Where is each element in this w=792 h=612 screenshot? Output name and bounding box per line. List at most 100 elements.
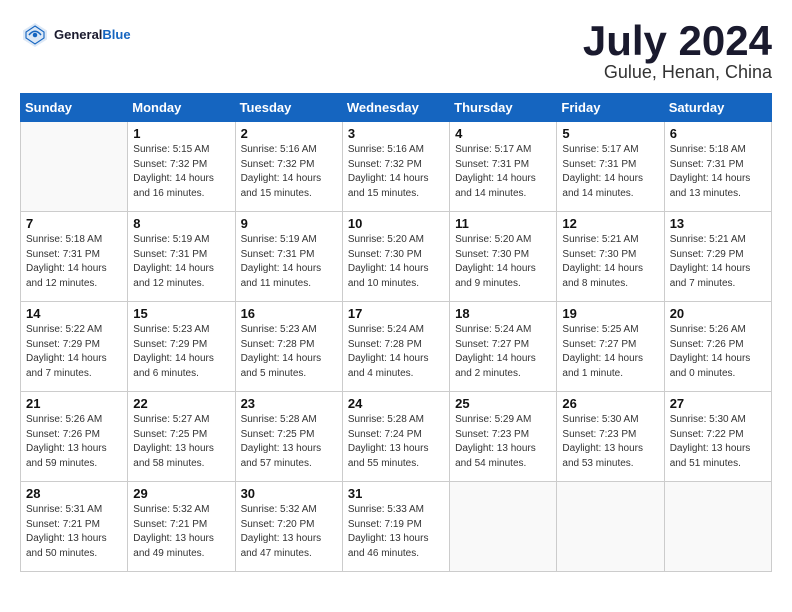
day-number: 21 xyxy=(26,396,122,411)
calendar-cell: 21 Sunrise: 5:26 AM Sunset: 7:26 PM Dayli… xyxy=(21,392,128,482)
day-info: Sunrise: 5:16 AM Sunset: 7:32 PM Dayligh… xyxy=(241,143,337,201)
calendar-cell: 31Sunrise: 5:33 AM Sunset: 7:19 PM Dayli… xyxy=(342,482,449,572)
day-number: 18 xyxy=(455,306,551,321)
day-number: 19 xyxy=(562,306,658,321)
day-number: 28 xyxy=(26,486,122,501)
day-number: 8 xyxy=(133,216,229,231)
day-info: Sunrise: 5:28 AM Sunset: 7:24 PM Dayligh… xyxy=(348,413,444,471)
calendar-cell xyxy=(664,482,771,572)
calendar-cell: 8 Sunrise: 5:19 AM Sunset: 7:31 PM Daylig… xyxy=(128,212,235,302)
calendar-table: SundayMondayTuesdayWednesdayThursdayFrid… xyxy=(20,93,772,572)
calendar-cell: 6 Sunrise: 5:18 AM Sunset: 7:31 PM Daylig… xyxy=(664,122,771,212)
day-info: Sunrise: 5:18 AM Sunset: 7:31 PM Dayligh… xyxy=(670,143,766,201)
day-info: Sunrise: 5:27 AM Sunset: 7:25 PM Dayligh… xyxy=(133,413,229,471)
calendar-cell: 29Sunrise: 5:32 AM Sunset: 7:21 PM Dayli… xyxy=(128,482,235,572)
weekday-header-wednesday: Wednesday xyxy=(342,94,449,122)
day-info: Sunrise: 5:21 AM Sunset: 7:30 PM Dayligh… xyxy=(562,233,658,291)
calendar-week-row: 7 Sunrise: 5:18 AM Sunset: 7:31 PM Daylig… xyxy=(21,212,772,302)
weekday-header-row: SundayMondayTuesdayWednesdayThursdayFrid… xyxy=(21,94,772,122)
logo-general: General xyxy=(54,27,102,42)
weekday-header-friday: Friday xyxy=(557,94,664,122)
day-info: Sunrise: 5:30 AM Sunset: 7:22 PM Dayligh… xyxy=(670,413,766,471)
day-info: Sunrise: 5:17 AM Sunset: 7:31 PM Dayligh… xyxy=(562,143,658,201)
calendar-cell: 14 Sunrise: 5:22 AM Sunset: 7:29 PM Dayli… xyxy=(21,302,128,392)
day-number: 2 xyxy=(241,126,337,141)
calendar-cell xyxy=(450,482,557,572)
day-number: 4 xyxy=(455,126,551,141)
day-number: 5 xyxy=(562,126,658,141)
calendar-cell: 5 Sunrise: 5:17 AM Sunset: 7:31 PM Daylig… xyxy=(557,122,664,212)
day-number: 12 xyxy=(562,216,658,231)
calendar-cell: 11 Sunrise: 5:20 AM Sunset: 7:30 PM Dayli… xyxy=(450,212,557,302)
day-number: 31 xyxy=(348,486,444,501)
day-number: 7 xyxy=(26,216,122,231)
day-info: Sunrise: 5:16 AM Sunset: 7:32 PM Dayligh… xyxy=(348,143,444,201)
calendar-week-row: 21 Sunrise: 5:26 AM Sunset: 7:26 PM Dayli… xyxy=(21,392,772,482)
day-number: 9 xyxy=(241,216,337,231)
logo-icon xyxy=(20,20,50,50)
day-number: 1 xyxy=(133,126,229,141)
calendar-cell: 15 Sunrise: 5:23 AM Sunset: 7:29 PM Dayli… xyxy=(128,302,235,392)
day-info: Sunrise: 5:18 AM Sunset: 7:31 PM Dayligh… xyxy=(26,233,122,291)
calendar-week-row: 1Sunrise: 5:15 AM Sunset: 7:32 PM Daylig… xyxy=(21,122,772,212)
calendar-cell: 20Sunrise: 5:26 AM Sunset: 7:26 PM Dayli… xyxy=(664,302,771,392)
calendar-cell: 23Sunrise: 5:28 AM Sunset: 7:25 PM Dayli… xyxy=(235,392,342,482)
day-info: Sunrise: 5:22 AM Sunset: 7:29 PM Dayligh… xyxy=(26,323,122,381)
calendar-cell: 30Sunrise: 5:32 AM Sunset: 7:20 PM Dayli… xyxy=(235,482,342,572)
day-number: 22 xyxy=(133,396,229,411)
calendar-cell: 27 Sunrise: 5:30 AM Sunset: 7:22 PM Dayli… xyxy=(664,392,771,482)
weekday-header-sunday: Sunday xyxy=(21,94,128,122)
day-number: 10 xyxy=(348,216,444,231)
calendar-cell: 17Sunrise: 5:24 AM Sunset: 7:28 PM Dayli… xyxy=(342,302,449,392)
day-number: 13 xyxy=(670,216,766,231)
day-info: Sunrise: 5:30 AM Sunset: 7:23 PM Dayligh… xyxy=(562,413,658,471)
weekday-header-tuesday: Tuesday xyxy=(235,94,342,122)
calendar-cell xyxy=(21,122,128,212)
day-number: 3 xyxy=(348,126,444,141)
day-number: 24 xyxy=(348,396,444,411)
day-info: Sunrise: 5:25 AM Sunset: 7:27 PM Dayligh… xyxy=(562,323,658,381)
weekday-header-saturday: Saturday xyxy=(664,94,771,122)
day-info: Sunrise: 5:26 AM Sunset: 7:26 PM Dayligh… xyxy=(26,413,122,471)
day-number: 11 xyxy=(455,216,551,231)
calendar-cell: 1Sunrise: 5:15 AM Sunset: 7:32 PM Daylig… xyxy=(128,122,235,212)
day-number: 15 xyxy=(133,306,229,321)
day-info: Sunrise: 5:20 AM Sunset: 7:30 PM Dayligh… xyxy=(455,233,551,291)
weekday-header-thursday: Thursday xyxy=(450,94,557,122)
logo-blue: Blue xyxy=(102,27,130,42)
calendar-cell: 7 Sunrise: 5:18 AM Sunset: 7:31 PM Daylig… xyxy=(21,212,128,302)
calendar-cell: 9 Sunrise: 5:19 AM Sunset: 7:31 PM Daylig… xyxy=(235,212,342,302)
day-info: Sunrise: 5:23 AM Sunset: 7:29 PM Dayligh… xyxy=(133,323,229,381)
day-number: 20 xyxy=(670,306,766,321)
day-info: Sunrise: 5:24 AM Sunset: 7:27 PM Dayligh… xyxy=(455,323,551,381)
day-info: Sunrise: 5:28 AM Sunset: 7:25 PM Dayligh… xyxy=(241,413,337,471)
day-number: 30 xyxy=(241,486,337,501)
day-info: Sunrise: 5:20 AM Sunset: 7:30 PM Dayligh… xyxy=(348,233,444,291)
day-number: 6 xyxy=(670,126,766,141)
calendar-cell: 22 Sunrise: 5:27 AM Sunset: 7:25 PM Dayli… xyxy=(128,392,235,482)
calendar-cell: 19 Sunrise: 5:25 AM Sunset: 7:27 PM Dayli… xyxy=(557,302,664,392)
location: Gulue, Henan, China xyxy=(583,62,772,83)
calendar-cell: 3 Sunrise: 5:16 AM Sunset: 7:32 PM Daylig… xyxy=(342,122,449,212)
day-info: Sunrise: 5:17 AM Sunset: 7:31 PM Dayligh… xyxy=(455,143,551,201)
calendar-cell xyxy=(557,482,664,572)
calendar-week-row: 28 Sunrise: 5:31 AM Sunset: 7:21 PM Dayli… xyxy=(21,482,772,572)
day-info: Sunrise: 5:29 AM Sunset: 7:23 PM Dayligh… xyxy=(455,413,551,471)
day-number: 16 xyxy=(241,306,337,321)
calendar-cell: 26 Sunrise: 5:30 AM Sunset: 7:23 PM Dayli… xyxy=(557,392,664,482)
day-info: Sunrise: 5:23 AM Sunset: 7:28 PM Dayligh… xyxy=(241,323,337,381)
day-info: Sunrise: 5:19 AM Sunset: 7:31 PM Dayligh… xyxy=(241,233,337,291)
calendar-cell: 10 Sunrise: 5:20 AM Sunset: 7:30 PM Dayli… xyxy=(342,212,449,302)
day-info: Sunrise: 5:21 AM Sunset: 7:29 PM Dayligh… xyxy=(670,233,766,291)
day-number: 25 xyxy=(455,396,551,411)
logo: GeneralBlue xyxy=(20,20,131,50)
day-number: 26 xyxy=(562,396,658,411)
calendar-cell: 18 Sunrise: 5:24 AM Sunset: 7:27 PM Dayli… xyxy=(450,302,557,392)
day-number: 27 xyxy=(670,396,766,411)
day-info: Sunrise: 5:31 AM Sunset: 7:21 PM Dayligh… xyxy=(26,503,122,561)
calendar-week-row: 14 Sunrise: 5:22 AM Sunset: 7:29 PM Dayli… xyxy=(21,302,772,392)
calendar-cell: 25 Sunrise: 5:29 AM Sunset: 7:23 PM Dayli… xyxy=(450,392,557,482)
day-number: 14 xyxy=(26,306,122,321)
day-info: Sunrise: 5:19 AM Sunset: 7:31 PM Dayligh… xyxy=(133,233,229,291)
calendar-cell: 28 Sunrise: 5:31 AM Sunset: 7:21 PM Dayli… xyxy=(21,482,128,572)
